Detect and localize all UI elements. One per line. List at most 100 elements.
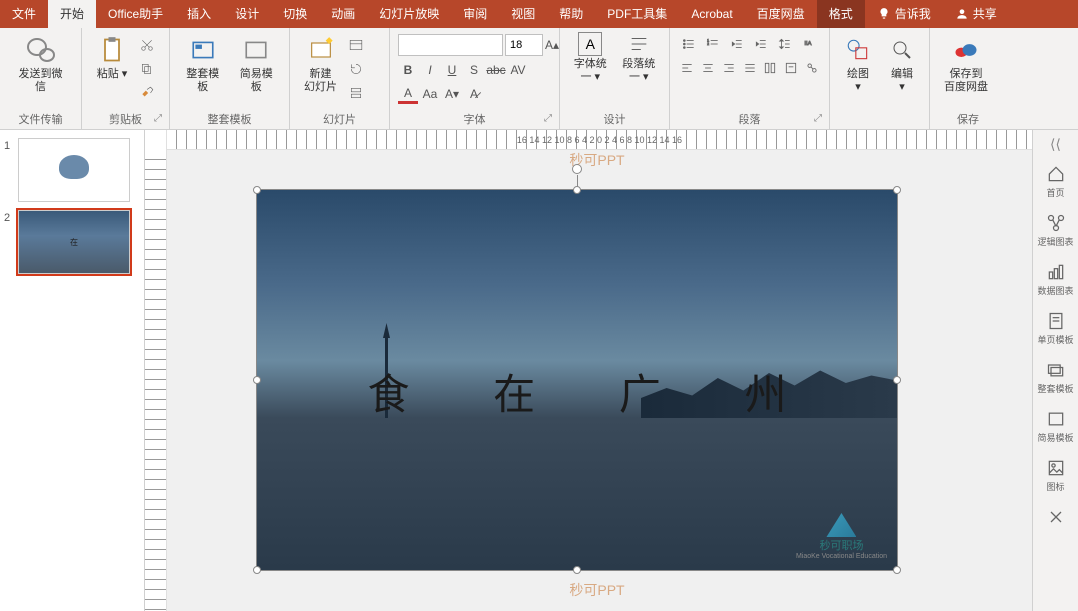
side-panel: ⟨⟨ 首页 逻辑图表 数据图表 单页模板 整套模板 简易模板 图标	[1032, 130, 1078, 611]
template-full-icon	[190, 37, 216, 63]
line-spacing-button[interactable]	[774, 34, 796, 54]
tab-office-assist[interactable]: Office助手	[96, 0, 175, 28]
template-simple-icon	[243, 37, 269, 63]
collapse-panel-button[interactable]: ⟨⟨	[1050, 136, 1061, 156]
share-button[interactable]: 共享	[943, 0, 1009, 28]
numbering-button[interactable]: 12	[702, 34, 724, 54]
shrink-font-button[interactable]: A▾	[442, 84, 462, 104]
svg-text:2: 2	[707, 42, 709, 46]
font-color-button[interactable]: A	[398, 84, 418, 104]
change-case-button[interactable]: Aa	[420, 84, 440, 104]
bullets-button[interactable]	[678, 34, 700, 54]
side-logic-chart[interactable]: 逻辑图表	[1033, 207, 1078, 254]
resize-handle-br[interactable]	[893, 566, 901, 574]
side-more[interactable]	[1033, 501, 1078, 533]
indent-dec-button[interactable]	[726, 34, 748, 54]
section-button[interactable]	[345, 82, 367, 104]
tab-transition[interactable]: 切换	[271, 0, 319, 28]
cloud-icon	[952, 36, 980, 64]
scissors-icon	[140, 38, 154, 52]
tab-review[interactable]: 审阅	[451, 0, 499, 28]
tab-acrobat[interactable]: Acrobat	[679, 0, 744, 28]
save-baidu-button[interactable]: 保存到 百度网盘	[936, 30, 996, 110]
tab-baidu-disk[interactable]: 百度网盘	[745, 0, 817, 28]
person-icon	[955, 7, 969, 21]
strike-button[interactable]: abc	[486, 60, 506, 80]
font-launcher[interactable]: ⤢	[541, 113, 555, 127]
resize-handle-bm[interactable]	[573, 566, 581, 574]
side-home[interactable]: 首页	[1033, 158, 1078, 205]
side-full-template[interactable]: 整套模板	[1033, 354, 1078, 401]
flow-icon	[1046, 213, 1066, 233]
tab-file[interactable]: 文件	[0, 0, 48, 28]
drawing-button[interactable]: 绘图 ▾	[836, 30, 880, 110]
resize-handle-ml[interactable]	[253, 376, 261, 384]
align-center-button[interactable]	[699, 58, 718, 78]
paste-button[interactable]: 粘贴 ▾	[88, 30, 136, 110]
new-slide-button[interactable]: 新建 幻灯片	[296, 30, 345, 110]
selected-image[interactable]: 食 在 广 州 秒可职场MiaoKe Vocational Education	[257, 190, 897, 570]
reset-button[interactable]	[345, 58, 367, 80]
tab-view[interactable]: 视图	[499, 0, 547, 28]
layout-button[interactable]	[345, 34, 367, 56]
resize-handle-tr[interactable]	[893, 186, 901, 194]
smartart-button[interactable]	[802, 58, 821, 78]
thumbnail-2[interactable]: 2在	[4, 210, 140, 274]
grow-font-button[interactable]: A▴	[545, 35, 559, 55]
text-direction-button[interactable]: IIA	[798, 34, 820, 54]
bold-button[interactable]: B	[398, 60, 418, 80]
font-family-select[interactable]	[398, 34, 503, 56]
underline-button[interactable]: U	[442, 60, 462, 80]
logo-watermark: 秒可职场MiaoKe Vocational Education	[796, 513, 887, 560]
tab-insert[interactable]: 插入	[175, 0, 223, 28]
clipboard-launcher[interactable]: ⤢	[151, 113, 165, 127]
font-size-select[interactable]	[505, 34, 543, 56]
shadow-button[interactable]: S	[464, 60, 484, 80]
rotate-handle[interactable]	[572, 164, 582, 174]
tab-animation[interactable]: 动画	[319, 0, 367, 28]
paragraph-launcher[interactable]: ⤢	[811, 113, 825, 127]
thumbnail-1[interactable]: 1	[4, 138, 140, 202]
tab-help[interactable]: 帮助	[547, 0, 595, 28]
align-left-button[interactable]	[678, 58, 697, 78]
resize-handle-bl[interactable]	[253, 566, 261, 574]
edit-area[interactable]: 16 14 12 10 8 6 4 2 0 2 4 6 8 10 12 14 1…	[167, 130, 1032, 611]
side-data-chart[interactable]: 数据图表	[1033, 256, 1078, 303]
send-to-wechat-button[interactable]: 发送到微信	[6, 30, 75, 110]
svg-text:IIA: IIA	[804, 41, 811, 47]
format-painter-button[interactable]	[136, 82, 158, 104]
cut-button[interactable]	[136, 34, 158, 56]
editing-button[interactable]: 编辑 ▾	[880, 30, 924, 110]
indent-inc-button[interactable]	[750, 34, 772, 54]
side-icons[interactable]: 图标	[1033, 452, 1078, 499]
align-right-button[interactable]	[719, 58, 738, 78]
char-spacing-button[interactable]: AV	[508, 60, 528, 80]
slide-canvas[interactable]: 秒可PPT 食 在 广 州 秒可职场MiaoKe Vocational Educ…	[257, 160, 937, 610]
align-text-button[interactable]	[782, 58, 801, 78]
clear-format-button[interactable]: A̷	[464, 84, 484, 104]
resize-handle-tl[interactable]	[253, 186, 261, 194]
tab-home[interactable]: 开始	[48, 0, 96, 28]
copy-icon	[140, 62, 154, 76]
blank-icon	[1046, 409, 1066, 429]
justify-button[interactable]	[740, 58, 759, 78]
resize-handle-tm[interactable]	[573, 186, 581, 194]
side-single-template[interactable]: 单页模板	[1033, 305, 1078, 352]
simple-template-button[interactable]: 简易模板	[230, 30, 284, 110]
tab-pdf-tools[interactable]: PDF工具集	[595, 0, 679, 28]
tab-design[interactable]: 设计	[223, 0, 271, 28]
columns-button[interactable]	[761, 58, 780, 78]
full-template-button[interactable]: 整套模板	[176, 30, 230, 110]
tab-format[interactable]: 格式	[817, 0, 865, 28]
side-simple-template[interactable]: 简易模板	[1033, 403, 1078, 450]
group-file-transfer: 文件传输	[0, 111, 81, 127]
resize-handle-mr[interactable]	[893, 376, 901, 384]
ribbon: 发送到微信 文件传输 粘贴 ▾ 剪贴板⤢ 整套模板 简易模板 整套模板 新建 幻…	[0, 28, 1078, 130]
tell-me[interactable]: 告诉我	[865, 0, 943, 28]
find-icon	[890, 38, 914, 62]
font-unify-button[interactable]: A字体统一 ▾	[566, 30, 615, 90]
italic-button[interactable]: I	[420, 60, 440, 80]
copy-button[interactable]	[136, 58, 158, 80]
para-unify-button[interactable]: 段落统一 ▾	[615, 30, 664, 90]
tab-slideshow[interactable]: 幻灯片放映	[367, 0, 451, 28]
